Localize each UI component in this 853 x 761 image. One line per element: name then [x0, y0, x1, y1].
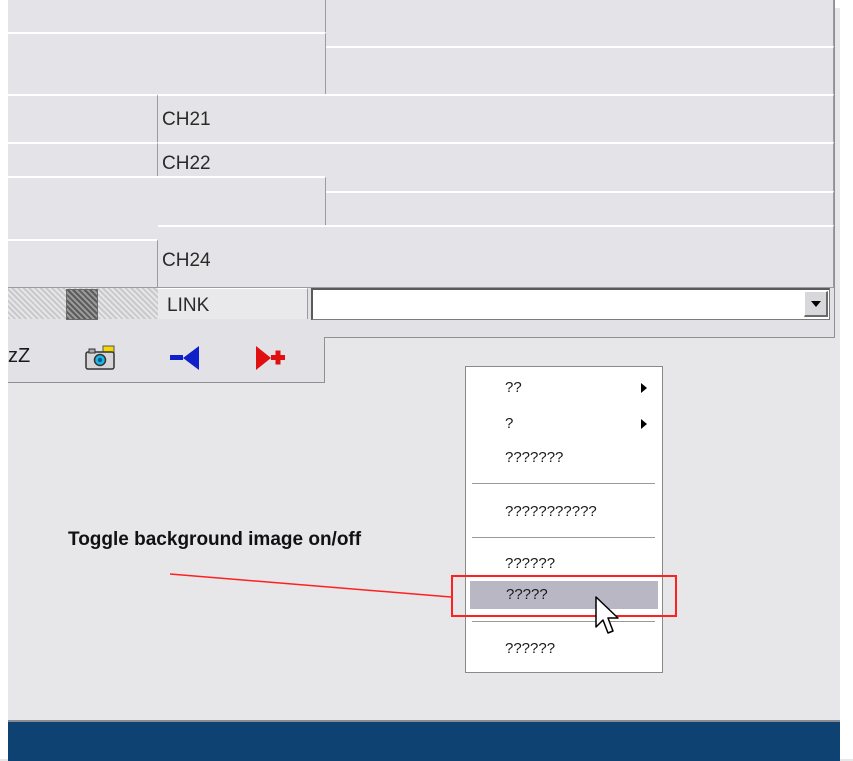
- channel-cell[interactable]: [326, 191, 834, 226]
- menu-item-3[interactable]: ???????: [469, 444, 657, 472]
- sleep-button[interactable]: zZ: [8, 345, 30, 368]
- add-red-icon[interactable]: [253, 343, 287, 373]
- camera-icon[interactable]: [83, 343, 117, 373]
- menu-item-4[interactable]: ???????????: [469, 498, 657, 526]
- menu-item-label: ?: [505, 415, 514, 432]
- window-frame-right: [840, 0, 853, 759]
- menu-item-7[interactable]: ??????: [469, 635, 657, 663]
- menu-item-submenu-2[interactable]: ?: [469, 410, 657, 438]
- menu-item-5[interactable]: ??????: [469, 550, 657, 578]
- channel-cell[interactable]: [8, 239, 158, 288]
- channel-ch21-cell[interactable]: CH21: [158, 94, 834, 143]
- dropdown-arrow-icon[interactable]: [804, 291, 828, 317]
- submenu-arrow-icon: [641, 419, 647, 429]
- menu-item-label: ???????????: [505, 503, 597, 520]
- channel-cell[interactable]: [326, 46, 834, 95]
- toolbar: zZ: [8, 337, 325, 383]
- menu-item-label: ???????: [505, 449, 564, 466]
- menu-item-submenu-1[interactable]: ??: [469, 374, 657, 402]
- channel-cell[interactable]: [8, 32, 326, 95]
- channel-cell[interactable]: [8, 94, 158, 143]
- link-row-swatch[interactable]: [66, 289, 98, 320]
- channel-cell[interactable]: [8, 142, 158, 177]
- channel-cell[interactable]: [8, 0, 326, 34]
- channel-ch21-label: CH21: [162, 109, 211, 130]
- menu-item-label: ??: [505, 379, 522, 396]
- annotation-highlight-box: [451, 575, 677, 617]
- channel-ch24-cell[interactable]: CH24: [158, 225, 834, 288]
- menu-separator: [472, 621, 655, 622]
- mouse-pointer-icon: [595, 596, 619, 634]
- channel-ch24-label: CH24: [162, 250, 211, 271]
- taskbar: [8, 720, 840, 761]
- menu-separator: [472, 537, 655, 538]
- menu-item-label: ??????: [505, 555, 556, 572]
- link-select[interactable]: [311, 288, 830, 320]
- channel-ch22-label: CH22: [162, 153, 211, 174]
- menu-item-label: ??????: [505, 640, 556, 657]
- window-frame-left: [0, 0, 8, 759]
- annotation-text: Toggle background image on/off: [68, 529, 362, 550]
- channel-cell[interactable]: [326, 0, 834, 47]
- remove-blue-icon[interactable]: [168, 343, 202, 373]
- link-label: LINK: [167, 295, 210, 316]
- link-label-cell: LINK: [158, 288, 308, 319]
- menu-separator: [472, 483, 655, 484]
- context-menu: ?? ? ??????? ??????????? ?????? ????? ??…: [465, 366, 663, 673]
- submenu-arrow-icon: [641, 383, 647, 393]
